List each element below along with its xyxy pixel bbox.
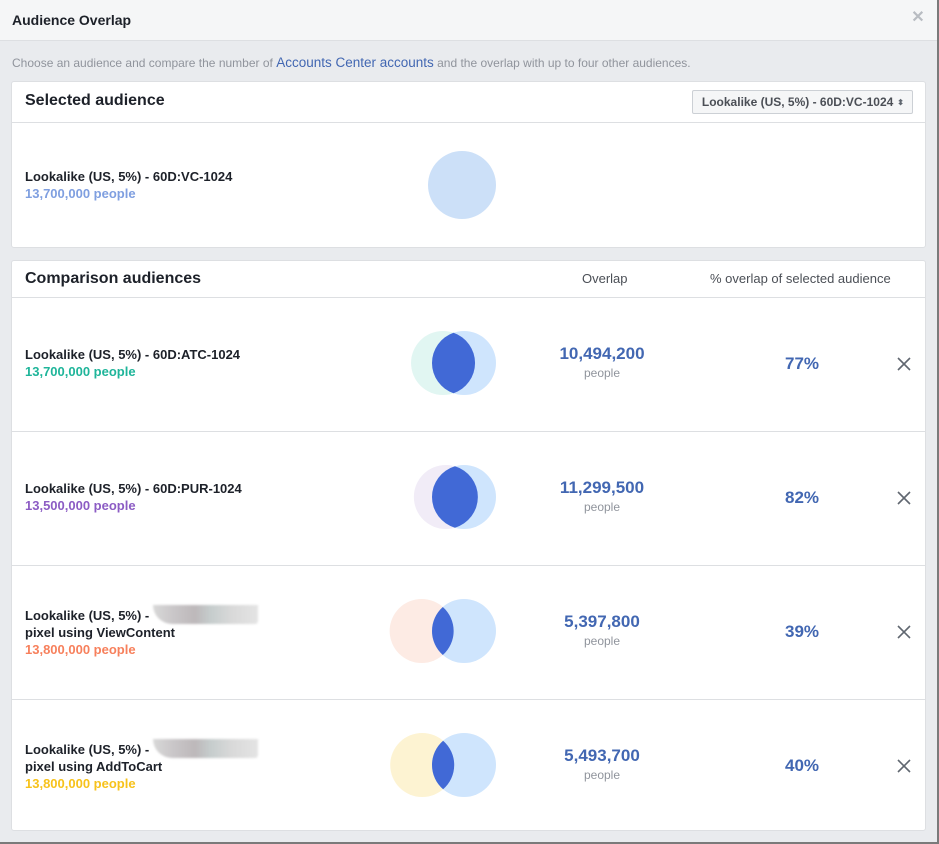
overlap-number: 10,494,200 bbox=[559, 344, 645, 363]
overlap-value: 5,493,700 people bbox=[532, 746, 672, 784]
comparison-audience-count: 13,700,000 people bbox=[25, 364, 136, 379]
comparison-row: Lookalike (US, 5%) - 60D:ATC-1024 13,700… bbox=[12, 298, 925, 432]
remove-audience-icon[interactable] bbox=[894, 756, 914, 776]
selected-audience-header: Selected audience Lookalike (US, 5%) - 6… bbox=[12, 82, 925, 123]
comparison-row: Lookalike (US, 5%) - 60D:PUR-1024 13,500… bbox=[12, 432, 925, 566]
overlap-unit: people bbox=[583, 634, 621, 648]
percent-overlap: 77% bbox=[784, 354, 820, 373]
comparison-audience-name: Lookalike (US, 5%) - 60D:PUR-1024 bbox=[25, 480, 242, 497]
redacted-text bbox=[153, 605, 259, 624]
comparison-rows: Lookalike (US, 5%) - 60D:ATC-1024 13,700… bbox=[12, 298, 925, 833]
remove-audience-icon[interactable] bbox=[894, 488, 914, 508]
dialog-header: Audience Overlap ✕ bbox=[0, 0, 937, 41]
audience-name-line1: Lookalike (US, 5%) - bbox=[25, 742, 150, 757]
comparison-audiences-card: Comparison audiences Overlap % overlap o… bbox=[11, 260, 926, 831]
comparison-audience-info: Lookalike (US, 5%) - pixel using ViewCon… bbox=[25, 605, 259, 658]
percent-overlap: 82% bbox=[784, 488, 820, 507]
selected-audience-circle-chart bbox=[428, 151, 496, 219]
comparison-row: Lookalike (US, 5%) - pixel using AddToCa… bbox=[12, 700, 925, 833]
accounts-center-link[interactable]: Accounts Center accounts bbox=[276, 55, 434, 70]
overlap-value: 11,299,500 people bbox=[532, 478, 672, 516]
comparison-audience-name: Lookalike (US, 5%) - bbox=[25, 605, 259, 624]
selected-audience-card: Selected audience Lookalike (US, 5%) - 6… bbox=[11, 81, 926, 248]
overlap-unit: people bbox=[583, 768, 621, 782]
selected-audience-circle bbox=[428, 151, 496, 219]
overlap-venn-diagram bbox=[411, 331, 496, 395]
audience-name-line2: pixel using AddToCart bbox=[25, 759, 163, 774]
description-prefix: Choose an audience and compare the numbe… bbox=[12, 56, 277, 70]
overlap-value: 5,397,800 people bbox=[532, 612, 672, 650]
close-icon[interactable]: ✕ bbox=[911, 10, 925, 26]
comparison-heading: Comparison audiences bbox=[25, 270, 202, 287]
redacted-text bbox=[153, 739, 259, 758]
comparison-row: Lookalike (US, 5%) - pixel using ViewCon… bbox=[12, 566, 925, 700]
comparison-audience-info: Lookalike (US, 5%) - 60D:ATC-1024 13,700… bbox=[25, 346, 240, 380]
overlap-venn-diagram bbox=[390, 733, 496, 797]
comparison-header: Comparison audiences Overlap % overlap o… bbox=[12, 261, 925, 298]
comparison-audience-info: Lookalike (US, 5%) - pixel using AddToCa… bbox=[25, 739, 259, 792]
comparison-audience-count: 13,500,000 people bbox=[25, 498, 136, 513]
overlap-number: 5,493,700 bbox=[564, 746, 640, 765]
comparison-audience-info: Lookalike (US, 5%) - 60D:PUR-1024 13,500… bbox=[25, 480, 242, 514]
dropdown-value: Lookalike (US, 5%) - 60D:VC-1024 bbox=[701, 95, 894, 109]
overlap-number: 11,299,500 bbox=[559, 478, 645, 497]
audience-name-line2: pixel using ViewContent bbox=[25, 625, 176, 640]
overlap-unit: people bbox=[583, 366, 621, 380]
audience-overlap-dialog: Audience Overlap ✕ Choose an audience an… bbox=[0, 0, 939, 844]
remove-audience-icon[interactable] bbox=[894, 354, 914, 374]
sort-arrows-icon: ⬍ bbox=[897, 98, 904, 107]
audience-name-line1: Lookalike (US, 5%) - bbox=[25, 608, 150, 623]
percent-overlap-column-header: % overlap of selected audience bbox=[710, 271, 891, 286]
audience-name-line1: Lookalike (US, 5%) - 60D:ATC-1024 bbox=[25, 347, 241, 362]
overlap-venn-diagram bbox=[413, 465, 496, 529]
dialog-title: Audience Overlap bbox=[12, 12, 132, 28]
selected-audience-body: Lookalike (US, 5%) - 60D:VC-1024 13,700,… bbox=[12, 123, 925, 247]
selected-audience-heading: Selected audience bbox=[25, 92, 165, 109]
selected-audience-count: 13,700,000 people bbox=[25, 186, 136, 201]
dialog-description: Choose an audience and compare the numbe… bbox=[12, 55, 691, 70]
percent-overlap: 39% bbox=[784, 622, 820, 641]
percent-overlap: 40% bbox=[784, 756, 820, 775]
comparison-audience-name: Lookalike (US, 5%) - bbox=[25, 739, 259, 758]
selected-audience-name: Lookalike (US, 5%) - 60D:VC-1024 bbox=[25, 169, 233, 184]
selected-audience-info: Lookalike (US, 5%) - 60D:VC-1024 13,700,… bbox=[25, 168, 232, 202]
selected-audience-dropdown[interactable]: Lookalike (US, 5%) - 60D:VC-1024 ⬍ bbox=[691, 90, 913, 114]
overlap-venn-diagram bbox=[389, 599, 496, 663]
audience-name-line1: Lookalike (US, 5%) - 60D:PUR-1024 bbox=[25, 481, 242, 496]
remove-audience-icon[interactable] bbox=[894, 622, 914, 642]
overlap-value: 10,494,200 people bbox=[532, 344, 672, 382]
overlap-column-header: Overlap bbox=[582, 271, 628, 286]
overlap-number: 5,397,800 bbox=[564, 612, 640, 631]
description-suffix: and the overlap with up to four other au… bbox=[433, 56, 691, 70]
comparison-audience-count: 13,800,000 people bbox=[25, 642, 136, 657]
comparison-audience-name: Lookalike (US, 5%) - 60D:ATC-1024 bbox=[25, 346, 240, 363]
comparison-audience-count: 13,800,000 people bbox=[25, 776, 136, 791]
overlap-unit: people bbox=[583, 500, 621, 514]
